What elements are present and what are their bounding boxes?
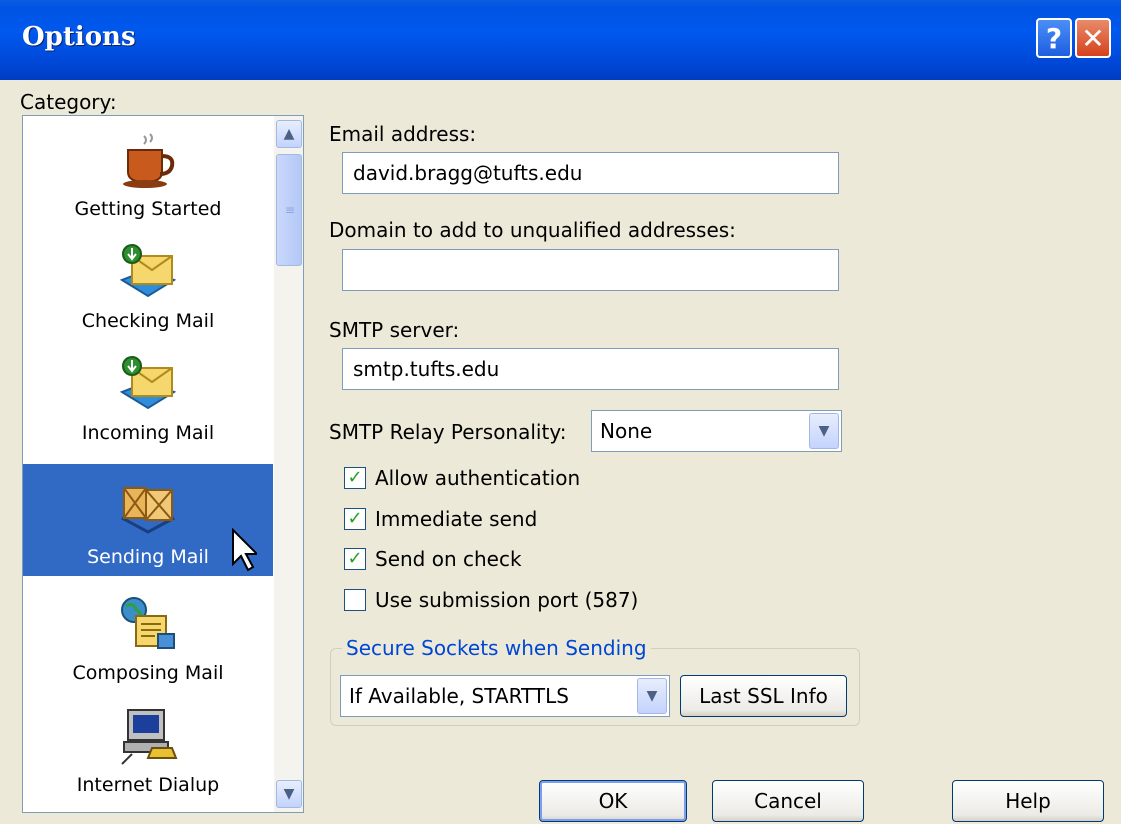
category-item-label: Internet Dialup <box>76 774 220 796</box>
scroll-up-button[interactable]: ▲ <box>276 120 302 148</box>
category-list[interactable]: Getting Started Checking Mail Incoming M… <box>22 115 304 813</box>
category-item-incoming-mail[interactable]: Incoming Mail <box>23 340 273 452</box>
domain-field[interactable] <box>342 249 839 291</box>
category-label: Category: <box>20 90 117 114</box>
title-bar: Options ? ✕ <box>0 0 1121 80</box>
ok-button[interactable]: OK <box>539 780 687 822</box>
mouse-cursor-icon <box>232 528 257 572</box>
scroll-thumb[interactable]: ≡ <box>276 154 302 266</box>
ssl-group-label: Secure Sockets when Sending <box>342 636 651 660</box>
chevron-down-icon[interactable]: ▼ <box>637 678 667 714</box>
category-item-label: Checking Mail <box>81 310 215 332</box>
immediate-send-checkbox[interactable]: ✓ <box>344 508 366 530</box>
chevron-down-icon[interactable]: ▼ <box>809 413 839 449</box>
mail-download-icon <box>119 244 177 298</box>
relay-personality-select[interactable]: None ▼ <box>591 410 842 452</box>
category-item-label: Getting Started <box>74 198 222 220</box>
relay-personality-value: None <box>600 419 653 443</box>
email-field[interactable]: david.bragg@tufts.edu <box>342 152 839 194</box>
cancel-button[interactable]: Cancel <box>712 780 864 822</box>
allow-auth-checkbox[interactable]: ✓ <box>344 467 366 489</box>
close-button[interactable]: ✕ <box>1075 18 1111 58</box>
submission-port-label: Use submission port (587) <box>375 588 639 612</box>
smtp-server-field[interactable]: smtp.tufts.edu <box>342 348 839 390</box>
category-item-composing-mail[interactable]: Composing Mail <box>23 580 273 692</box>
ssl-mode-value: If Available, STARTTLS <box>349 684 569 708</box>
submission-port-checkbox[interactable] <box>344 589 366 611</box>
allow-auth-label: Allow authentication <box>375 466 581 490</box>
category-item-label: Composing Mail <box>72 662 224 684</box>
compose-document-icon <box>121 597 175 649</box>
category-item-sending-mail[interactable]: Sending Mail <box>23 464 273 576</box>
smtp-label: SMTP server: <box>329 318 460 342</box>
ssl-mode-select[interactable]: If Available, STARTTLS ▼ <box>340 675 670 717</box>
immediate-send-label: Immediate send <box>375 507 538 531</box>
help-title-button[interactable]: ? <box>1036 18 1072 58</box>
coffee-cup-icon <box>123 133 175 188</box>
send-on-check-checkbox[interactable]: ✓ <box>344 548 366 570</box>
category-item-label: Incoming Mail <box>81 422 215 444</box>
category-scrollbar[interactable]: ▲ ≡ ▼ <box>274 116 303 812</box>
category-item-internet-dialup[interactable]: Internet Dialup <box>23 692 273 804</box>
help-button[interactable]: Help <box>952 780 1104 822</box>
email-label: Email address: <box>329 122 477 146</box>
mail-packages-icon <box>121 487 175 534</box>
scroll-down-button[interactable]: ▼ <box>276 780 302 808</box>
category-item-checking-mail[interactable]: Checking Mail <box>23 228 273 340</box>
category-item-getting-started[interactable]: Getting Started <box>23 116 273 228</box>
send-on-check-label: Send on check <box>375 547 522 571</box>
mail-incoming-icon <box>119 356 177 410</box>
last-ssl-info-button[interactable]: Last SSL Info <box>680 675 847 717</box>
domain-label: Domain to add to unqualified addresses: <box>329 218 736 242</box>
computer-phone-icon <box>121 709 178 765</box>
window-title: Options <box>22 22 136 52</box>
relay-personality-label: SMTP Relay Personality: <box>329 420 567 444</box>
